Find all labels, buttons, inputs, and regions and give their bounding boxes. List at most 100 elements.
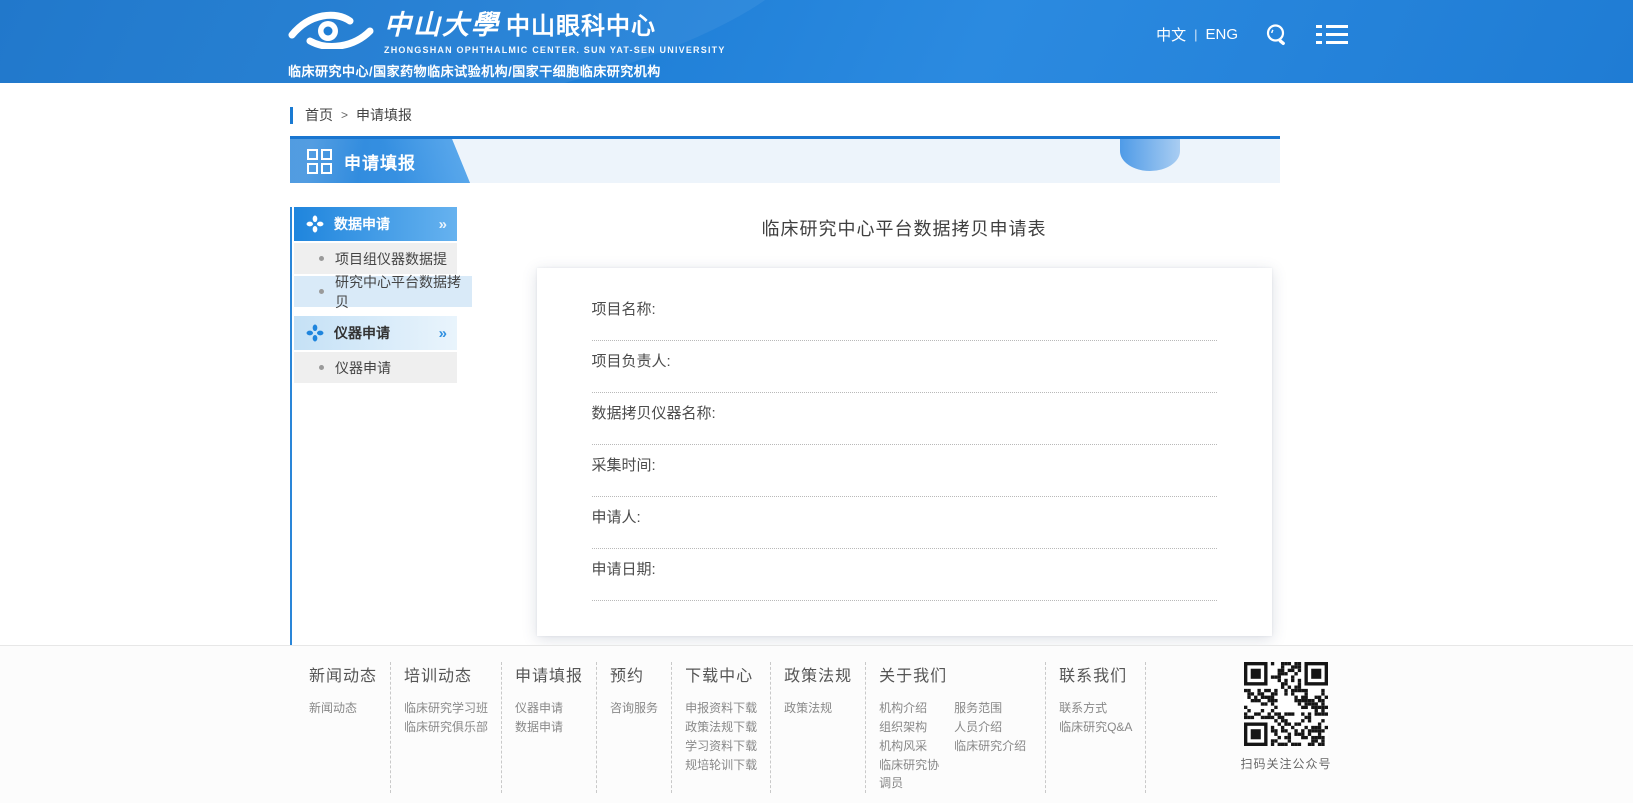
footer-link[interactable]: 仪器申请 [515, 699, 583, 717]
footer-link[interactable]: 临床研究俱乐部 [404, 718, 488, 736]
petal-flower-icon [306, 324, 324, 342]
project-leader-input[interactable] [592, 377, 1217, 393]
bullet-dot-icon [319, 256, 324, 261]
search-button[interactable] [1264, 22, 1290, 48]
footer-col-booking: 预约 咨询服务 [597, 662, 672, 793]
grid-icon [307, 149, 332, 174]
header-tagline: 临床研究中心/国家药物临床试验机构/国家干细胞临床研究机构 [288, 61, 726, 80]
field-label: 项目名称: [592, 298, 1217, 325]
footer-link[interactable]: 联系方式 [1059, 699, 1132, 717]
header: 中山大學 中山眼科中心 ZHONGSHAN OPHTHALMIC CENTER.… [0, 0, 1633, 83]
sidebar-item-instrument-application[interactable]: 仪器申请 [294, 352, 457, 383]
sidebar-menu: 数据申请 » 项目组仪器数据提 研究中心平台数据拷贝 仪器申请 » 仪器申请 [290, 207, 472, 689]
section-banner: 申请填报 [290, 136, 1280, 183]
double-chevron-icon: » [439, 325, 447, 342]
form-field-collection-time: 采集时间: [592, 454, 1217, 497]
footer-link[interactable]: 数据申请 [515, 718, 583, 736]
application-date-input[interactable] [592, 585, 1217, 601]
footer-link[interactable]: 临床研究介绍 [954, 737, 1032, 755]
footer-link[interactable]: 服务范围 [954, 699, 1032, 717]
sidebar-group-data-application[interactable]: 数据申请 » [294, 207, 457, 241]
lang-en-link[interactable]: ENG [1205, 26, 1238, 43]
sidebar-item-center-platform-data-copy[interactable]: 研究中心平台数据拷贝 [294, 276, 472, 307]
footer-link[interactable]: 学习资料下载 [685, 737, 757, 755]
breadcrumb-separator: > [341, 108, 348, 122]
logo: 中山大學 中山眼科中心 ZHONGSHAN OPHTHALMIC CENTER.… [288, 3, 726, 80]
sidebar-item-project-instrument-data[interactable]: 项目组仪器数据提 [294, 243, 457, 274]
footer-heading: 申请填报 [515, 662, 583, 686]
footer-link[interactable]: 新闻动态 [309, 699, 377, 717]
search-icon [1264, 22, 1290, 48]
footer-link[interactable]: 机构介绍 [879, 699, 941, 717]
hamburger-list-icon [1316, 25, 1348, 44]
section-banner-label: 申请填报 [290, 139, 470, 183]
sidebar-group-instrument-application[interactable]: 仪器申请 » [294, 316, 457, 350]
breadcrumb-accent-bar [290, 107, 293, 124]
petal-flower-icon [306, 215, 324, 233]
footer-link[interactable]: 组织架构 [879, 718, 941, 736]
form-field-application-date: 申请日期: [592, 558, 1217, 601]
footer-link[interactable]: 人员介绍 [954, 718, 1032, 736]
breadcrumb-home-link[interactable]: 首页 [305, 105, 333, 125]
form-title: 临床研究中心平台数据拷贝申请表 [762, 215, 1047, 241]
breadcrumb-current[interactable]: 申请填报 [356, 105, 412, 125]
lang-cn-link[interactable]: 中文 [1156, 24, 1186, 45]
form-field-applicant: 申请人: [592, 506, 1217, 549]
eye-logo-icon [288, 9, 374, 49]
qr-code-image [1244, 662, 1328, 746]
qr-block: 扫码关注公众号 [1240, 662, 1331, 793]
footer: 新闻动态 新闻动态 培训动态 临床研究学习班 临床研究俱乐部 申请填报 仪器申请… [0, 645, 1633, 803]
form-field-project-leader: 项目负责人: [592, 350, 1217, 393]
bullet-dot-icon [319, 289, 324, 294]
footer-col-applications: 申请填报 仪器申请 数据申请 [502, 662, 597, 793]
field-label: 申请日期: [592, 558, 1217, 585]
field-label: 项目负责人: [592, 350, 1217, 377]
footer-link[interactable]: 政策法规 [784, 699, 852, 717]
logo-subtitle-en: ZHONGSHAN OPHTHALMIC CENTER. SUN YAT-SEN… [384, 45, 726, 55]
center-name: 中山眼科中心 [506, 6, 656, 41]
footer-heading: 政策法规 [784, 662, 852, 686]
footer-link[interactable]: 政策法规下载 [685, 718, 757, 736]
bullet-dot-icon [319, 365, 324, 370]
footer-col-training: 培训动态 临床研究学习班 临床研究俱乐部 [391, 662, 502, 793]
footer-heading: 联系我们 [1059, 662, 1132, 686]
footer-link[interactable]: 申报资料下载 [685, 699, 757, 717]
footer-heading: 关于我们 [879, 662, 1032, 686]
footer-heading: 新闻动态 [309, 662, 377, 686]
instrument-name-input[interactable] [592, 429, 1217, 445]
qr-caption: 扫码关注公众号 [1240, 755, 1331, 772]
footer-link[interactable]: 临床研究协调员 [879, 756, 941, 792]
footer-heading: 预约 [610, 662, 658, 686]
footer-col-policies: 政策法规 政策法规 [771, 662, 866, 793]
footer-link[interactable]: 临床研究Q&A [1059, 718, 1132, 736]
applicant-input[interactable] [592, 533, 1217, 549]
collection-time-input[interactable] [592, 481, 1217, 497]
application-form-card: 项目名称: 项目负责人: 数据拷贝仪器名称: 采集时间: 申请人: 申请日期: [537, 268, 1272, 636]
footer-heading: 培训动态 [404, 662, 488, 686]
field-label: 数据拷贝仪器名称: [592, 402, 1217, 429]
footer-link[interactable]: 机构风采 [879, 737, 941, 755]
project-name-input[interactable] [592, 325, 1217, 341]
footer-col-downloads: 下载中心 申报资料下载 政策法规下载 学习资料下载 规培轮训下载 [672, 662, 771, 793]
university-name: 中山大學 [384, 3, 500, 42]
footer-col-contact: 联系我们 联系方式 临床研究Q&A [1046, 662, 1146, 793]
field-label: 采集时间: [592, 454, 1217, 481]
field-label: 申请人: [592, 506, 1217, 533]
footer-link[interactable]: 规培轮训下载 [685, 756, 757, 774]
footer-heading: 下载中心 [685, 662, 757, 686]
main-content: 数据申请 » 项目组仪器数据提 研究中心平台数据拷贝 仪器申请 » 仪器申请 [290, 207, 1336, 689]
footer-col-news: 新闻动态 新闻动态 [296, 662, 391, 793]
menu-button[interactable] [1316, 25, 1348, 44]
sidebar-group-label: 数据申请 [334, 214, 429, 234]
footer-link[interactable]: 临床研究学习班 [404, 699, 488, 717]
banner-semicircle-decoration [1120, 139, 1180, 171]
footer-col-about: 关于我们 机构介绍 组织架构 机构风采 临床研究协调员 服务范围 人员介绍 临床… [866, 662, 1046, 793]
double-chevron-icon: » [439, 216, 447, 233]
qr-code [1244, 662, 1328, 746]
lang-divider: | [1194, 27, 1197, 42]
footer-link[interactable]: 咨询服务 [610, 699, 658, 717]
sidebar-item-label: 项目组仪器数据提 [335, 249, 447, 269]
form-area: 临床研究中心平台数据拷贝申请表 项目名称: 项目负责人: 数据拷贝仪器名称: 采… [472, 207, 1336, 689]
sidebar-item-label: 仪器申请 [335, 358, 391, 378]
language-switch: 中文 | ENG [1156, 24, 1238, 45]
